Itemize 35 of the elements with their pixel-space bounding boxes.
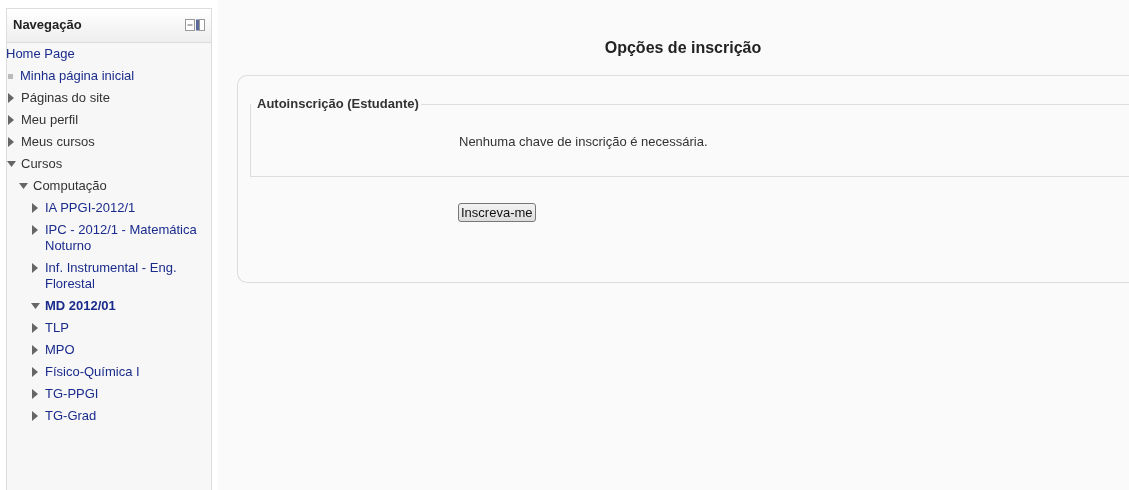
nav-item[interactable]: TLP <box>45 319 69 336</box>
collapsed-triangle-icon[interactable] <box>7 92 16 103</box>
page-title: Opções de inscrição <box>603 38 763 58</box>
collapsed-triangle-icon[interactable] <box>31 410 40 421</box>
nav-item[interactable]: Físico-Química I <box>45 363 140 380</box>
collapsed-triangle-icon[interactable] <box>31 202 40 213</box>
collapsed-triangle-icon[interactable] <box>7 114 16 125</box>
nav-item[interactable]: Cursos <box>21 155 63 172</box>
collapsed-triangle-icon[interactable] <box>31 262 40 273</box>
collapsed-triangle-icon[interactable] <box>7 136 16 147</box>
dock-icon[interactable] <box>185 18 205 31</box>
nav-item[interactable]: MD 2012/01 <box>45 297 116 314</box>
collapsed-triangle-icon[interactable] <box>31 388 40 399</box>
nav-item[interactable]: TG-PPGI <box>45 385 99 402</box>
collapsed-triangle-icon[interactable] <box>31 322 40 333</box>
nav-item[interactable]: Minha página inicial <box>20 67 135 84</box>
block-title: Navegação <box>13 16 82 34</box>
collapsed-triangle-icon[interactable] <box>31 344 40 355</box>
collapsed-triangle-icon[interactable] <box>31 224 40 235</box>
expanded-triangle-icon[interactable] <box>31 300 40 311</box>
nav-item[interactable]: MPO <box>45 341 75 358</box>
nav-item[interactable]: Meu perfil <box>21 111 79 128</box>
nav-item[interactable]: Páginas do site <box>21 89 110 106</box>
expanded-triangle-icon[interactable] <box>19 180 28 191</box>
enrol-button[interactable]: Inscreva-me <box>458 202 536 222</box>
nav-item[interactable]: Computação <box>33 177 107 194</box>
collapsed-triangle-icon[interactable] <box>31 366 40 377</box>
nav-item[interactable]: IA PPGI-2012/1 <box>45 199 136 216</box>
expanded-triangle-icon[interactable] <box>7 158 16 169</box>
nav-item[interactable]: Meus cursos <box>21 133 95 150</box>
nav-item[interactable]: Home Page <box>6 45 75 62</box>
enrol-message: Nenhuma chave de inscrição é necessária. <box>459 134 708 149</box>
nav-item[interactable]: IPC - 2012/1 - Matemática Noturno <box>45 221 211 254</box>
nav-item[interactable]: Inf. Instrumental - Eng. Florestal <box>45 259 211 292</box>
nav-item[interactable]: TG-Grad <box>45 407 97 424</box>
